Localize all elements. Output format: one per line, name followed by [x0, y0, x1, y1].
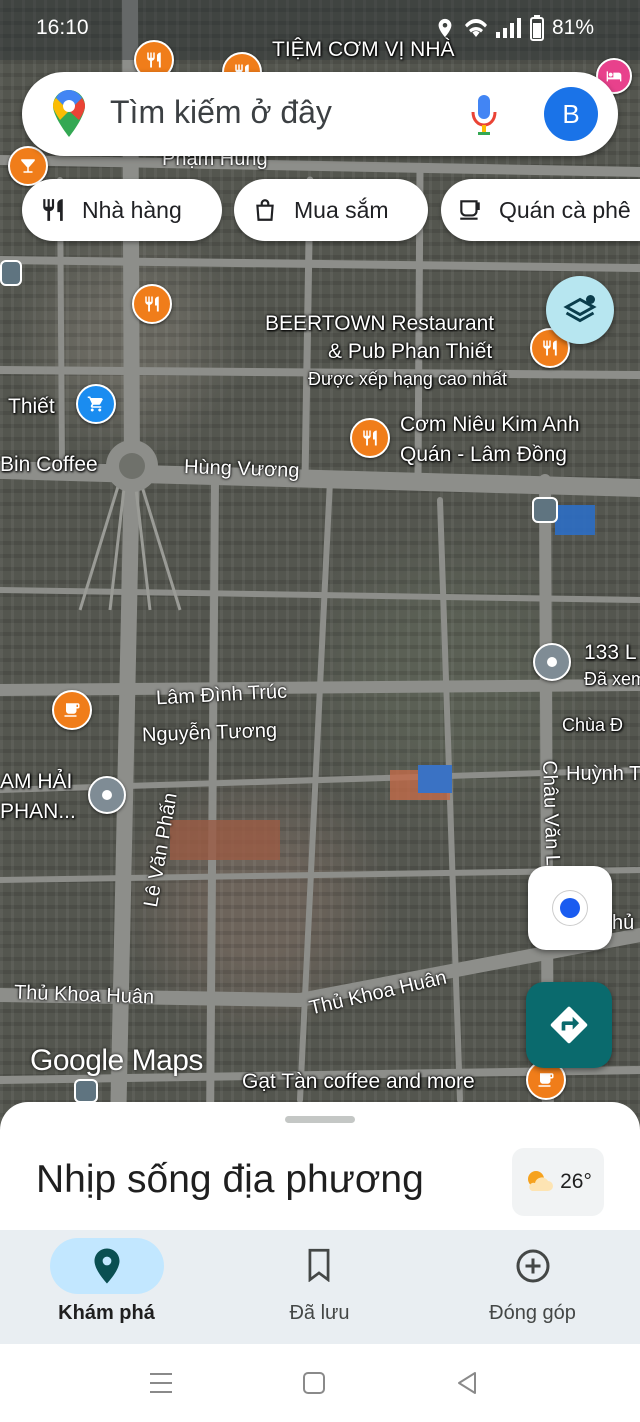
place-note: Được xếp hạng cao nhất [308, 369, 507, 389]
road-label: Thủ Khoa Huân [13, 981, 155, 1009]
cafe-pin[interactable] [52, 690, 92, 730]
map-view[interactable]: TIỆM CƠM VỊ NHÀ Phạm Hùng BEERTOWN Resta… [0, 0, 640, 1130]
place-note: Đã xem [584, 669, 640, 689]
shopping-bag-icon [256, 199, 274, 221]
nav-saved[interactable]: Đã lưu [213, 1230, 426, 1344]
visited-place-pin[interactable] [533, 643, 571, 681]
status-bar: 16:10 81% [0, 0, 640, 56]
temperature: 26° [560, 1170, 592, 1193]
recent-apps-icon[interactable] [148, 1371, 174, 1395]
place-label[interactable]: 133 L [584, 641, 637, 665]
directions-icon [550, 1006, 588, 1044]
coffee-icon [64, 703, 80, 717]
weather-chip[interactable]: 26° [512, 1148, 604, 1216]
search-placeholder[interactable]: Tìm kiếm ở đây [110, 94, 332, 131]
chip-label: Quán cà phê [499, 196, 631, 223]
my-location-icon [553, 891, 587, 925]
nav-label: Khám phá [58, 1302, 155, 1324]
battery-icon [530, 15, 544, 41]
chip-label: Mua sắm [294, 196, 389, 223]
chip-shopping[interactable]: Mua sắm [234, 179, 428, 241]
add-circle-icon [516, 1249, 550, 1283]
place-label[interactable]: Thiết [8, 395, 55, 419]
place-label[interactable]: Bin Coffee [0, 453, 98, 477]
wifi-icon [465, 19, 487, 37]
microphone-icon[interactable] [470, 94, 498, 136]
location-icon [438, 18, 452, 38]
sheet-title: Nhịp sống địa phương [36, 1158, 424, 1201]
battery-level: 81% [552, 16, 595, 39]
google-maps-watermark: Google Maps [30, 1044, 203, 1077]
road-network [0, 0, 640, 1130]
my-location-button[interactable] [528, 866, 612, 950]
visited-place-pin[interactable] [88, 776, 126, 814]
restaurant-icon [43, 199, 63, 221]
signal-icon [496, 18, 521, 38]
road-label: hủ [612, 912, 635, 934]
nav-label: Đã lưu [289, 1302, 350, 1324]
restaurant-pin[interactable] [350, 418, 390, 458]
place-label[interactable]: Cơm Niêu Kim Anh [400, 413, 580, 437]
nav-contribute[interactable]: Đóng góp [426, 1230, 639, 1344]
nav-explore[interactable]: Khám phá [0, 1230, 213, 1344]
road-label: Châu Văn L [538, 760, 564, 867]
place-label[interactable]: Quán - Lâm Đồng [400, 443, 567, 467]
bottom-sheet[interactable]: Nhịp sống địa phương 26° [0, 1102, 640, 1242]
search-bar[interactable]: Tìm kiếm ở đây B [22, 72, 618, 156]
shopping-cart-icon [87, 396, 103, 412]
system-navigation-bar [0, 1344, 640, 1422]
back-icon[interactable] [456, 1371, 478, 1395]
directions-button[interactable] [526, 982, 612, 1068]
road-label: Hùng Vương [183, 455, 300, 483]
place-label[interactable]: & Pub Phan Thiết [328, 340, 492, 364]
cocktail-icon [21, 159, 35, 173]
account-avatar[interactable]: B [544, 87, 598, 141]
explore-pin-icon [94, 1248, 120, 1284]
bottom-navigation: Khám phá Đã lưu Đóng góp [0, 1230, 640, 1344]
place-label[interactable]: AM HẢI [0, 770, 72, 794]
chip-cafe[interactable]: Quán cà phê [441, 179, 640, 241]
road-label: Nguyễn Tương [141, 719, 278, 747]
restaurant-icon [145, 296, 159, 312]
sheet-drag-handle[interactable] [285, 1116, 355, 1123]
road-label: Huỳnh T [566, 763, 640, 785]
home-icon[interactable] [302, 1371, 326, 1395]
google-maps-logo-icon [53, 90, 85, 137]
bed-icon [606, 71, 622, 82]
partly-cloudy-icon [528, 1171, 554, 1191]
bus-stop-icon[interactable] [74, 1079, 98, 1103]
place-label[interactable]: PHAN... [0, 800, 76, 824]
coffee-icon [538, 1073, 554, 1087]
shopping-pin[interactable] [76, 384, 116, 424]
layers-button[interactable] [546, 276, 614, 344]
coffee-icon [460, 200, 480, 220]
bookmark-icon [308, 1248, 330, 1282]
chip-restaurants[interactable]: Nhà hàng [22, 179, 222, 241]
layers-icon [563, 295, 597, 323]
restaurant-icon [543, 340, 557, 356]
clock: 16:10 [36, 16, 89, 39]
restaurant-pin[interactable] [132, 284, 172, 324]
place-label[interactable]: Gạt Tàn coffee and more [242, 1070, 475, 1094]
restaurant-icon [363, 430, 377, 446]
bus-stop-icon[interactable] [532, 497, 558, 523]
bus-stop-icon[interactable] [0, 260, 22, 286]
nav-label: Đóng góp [489, 1302, 576, 1324]
place-label[interactable]: BEERTOWN Restaurant [265, 312, 494, 336]
place-label[interactable]: Chùa Đ [562, 715, 623, 736]
chip-label: Nhà hàng [82, 196, 182, 223]
